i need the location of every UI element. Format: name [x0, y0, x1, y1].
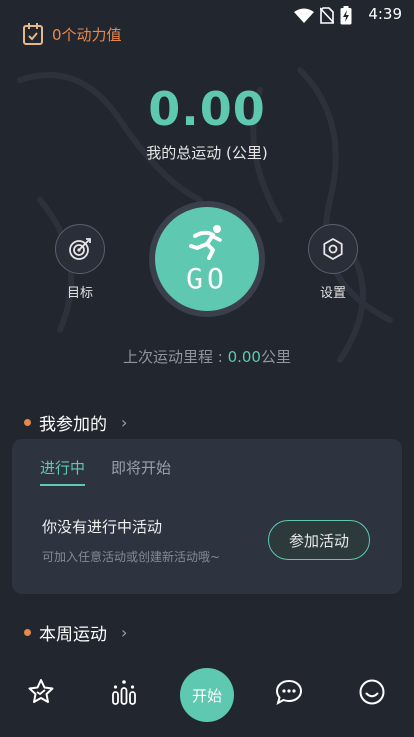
activity-tabs: 进行中 即将开始	[40, 457, 171, 486]
settings-circle[interactable]	[308, 224, 358, 274]
target-icon	[69, 238, 91, 260]
tab-profile[interactable]	[356, 676, 388, 708]
empty-state-subtitle: 可加入任意活动或创建新活动哦~	[42, 550, 221, 564]
section-dot	[24, 629, 31, 636]
energy-points[interactable]: 0个动力值	[22, 22, 122, 46]
joined-activities-card: 进行中 即将开始 你没有进行中活动 可加入任意活动或创建新活动哦~ 参加活动	[12, 439, 402, 594]
target-button[interactable]: 目标	[45, 224, 115, 301]
profile-icon	[359, 679, 385, 705]
total-distance-label: 我的总运动 (公里)	[146, 144, 268, 162]
weekly-title: 本周运动	[39, 625, 107, 645]
status-time: 4:39	[368, 5, 402, 23]
calendar-check-icon	[23, 23, 43, 45]
rank-icon	[112, 680, 136, 705]
weekly-section-header[interactable]: 本周运动 ›	[24, 620, 127, 645]
join-activity-button[interactable]: 参加活动	[268, 520, 370, 560]
joined-section-header[interactable]: 我参加的 ›	[24, 410, 127, 435]
target-circle[interactable]	[55, 224, 105, 274]
bottom-tab-bar: 开始	[0, 662, 414, 727]
wifi-icon	[294, 8, 314, 23]
empty-state-title: 你没有进行中活动	[42, 518, 163, 536]
status-icons	[294, 6, 352, 25]
tab-ranking[interactable]	[108, 676, 140, 708]
runner-icon	[189, 224, 222, 260]
no-sim-icon	[320, 7, 334, 24]
go-button-ring[interactable]: GO	[149, 201, 265, 317]
last-run-prefix: 上次运动里程 :	[122, 348, 228, 366]
go-label: GO	[186, 261, 228, 295]
section-dot	[24, 419, 31, 426]
joined-title: 我参加的	[39, 415, 107, 435]
total-distance-value: 0.00	[148, 82, 266, 136]
settings-button[interactable]: 设置	[298, 224, 368, 301]
chevron-right-icon: ›	[121, 413, 128, 432]
tab-messages[interactable]	[273, 676, 305, 708]
go-button[interactable]: GO	[155, 207, 259, 311]
badge-icon	[28, 679, 54, 703]
chevron-right-icon: ›	[121, 623, 128, 642]
tab-badges[interactable]	[25, 676, 57, 708]
energy-label: 0个动力值	[52, 25, 122, 44]
total-distance: 0.00 我的总运动 (公里)	[0, 82, 414, 163]
start-button[interactable]: 开始	[180, 668, 234, 722]
tab-in-progress[interactable]: 进行中	[40, 457, 86, 486]
chat-icon	[275, 679, 303, 706]
gear-icon	[323, 238, 343, 260]
settings-label: 设置	[319, 286, 346, 301]
background-map-pattern	[17, 67, 393, 363]
last-run-distance: 上次运动里程 : 0.00公里	[0, 346, 414, 367]
last-run-value: 0.00	[227, 348, 261, 366]
last-run-unit: 公里	[260, 348, 291, 366]
battery-charging-icon	[340, 6, 352, 25]
tab-upcoming[interactable]: 即将开始	[111, 457, 171, 486]
target-label: 目标	[66, 286, 93, 301]
